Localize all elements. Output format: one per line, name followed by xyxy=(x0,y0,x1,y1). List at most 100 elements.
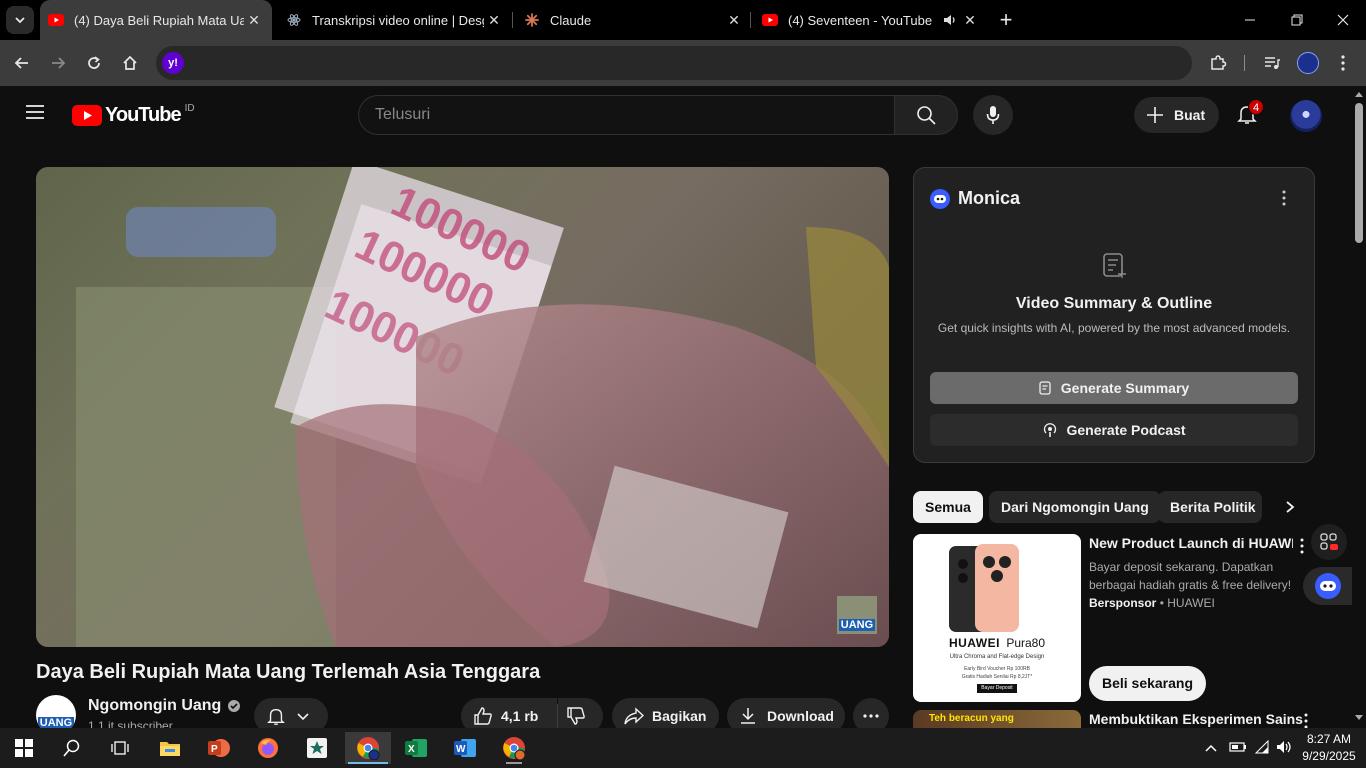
monica-float-button[interactable] xyxy=(1303,567,1353,605)
next-video-title[interactable]: Membuktikan Eksperimen Sains xyxy=(1089,711,1303,727)
youtube-logo[interactable]: YouTube ID xyxy=(72,103,195,126)
ad-menu-button[interactable] xyxy=(1296,538,1308,556)
speaker-icon[interactable] xyxy=(940,14,960,26)
verified-icon xyxy=(228,700,241,712)
voice-search-button[interactable] xyxy=(973,95,1013,135)
new-tab-button[interactable]: + xyxy=(996,6,1016,34)
home-icon xyxy=(123,55,137,70)
like-count: 4,1 rb xyxy=(501,708,539,724)
tab-search-button[interactable] xyxy=(6,6,34,34)
tab-close-button[interactable]: ✕ xyxy=(960,12,980,29)
thumbs-up-icon xyxy=(474,707,492,725)
create-label: Buat xyxy=(1174,107,1206,123)
monica-menu-button[interactable] xyxy=(1278,190,1290,208)
download-icon xyxy=(741,708,755,724)
pinned-star-app[interactable] xyxy=(297,732,337,764)
generate-summary-button[interactable]: Generate Summary xyxy=(930,372,1298,404)
clock[interactable]: 8:27 AM 9/29/2025 xyxy=(1300,731,1358,765)
window-close-button[interactable] xyxy=(1329,10,1357,30)
network-indicator[interactable] xyxy=(1254,739,1270,760)
sponsored-label: Bersponsor xyxy=(1089,596,1157,610)
reload-button[interactable] xyxy=(81,50,107,76)
powerpoint-app[interactable]: P xyxy=(199,732,239,764)
file-explorer-app[interactable] xyxy=(150,732,190,764)
close-icon xyxy=(1337,14,1349,26)
ad-thumb-line2: Gratis Hadiah Senilai Rp 8,2JT* xyxy=(961,674,1033,680)
ad-thumbnail[interactable]: HUAWEI Pura80 Ultra Chroma and Flat-edge… xyxy=(913,534,1081,702)
chevron-down-icon xyxy=(15,17,25,24)
guide-menu-button[interactable] xyxy=(24,103,48,127)
start-button[interactable] xyxy=(4,732,44,764)
forward-button[interactable] xyxy=(45,50,71,76)
channel-name[interactable]: Ngomongin Uang xyxy=(88,697,241,715)
search-input[interactable]: Telusuri xyxy=(358,95,895,135)
video-title: Daya Beli Rupiah Mata Uang Terlemah Asia… xyxy=(36,661,541,683)
chip-politics[interactable]: Berita Politik xyxy=(1158,491,1262,523)
arrow-left-icon xyxy=(14,57,28,69)
task-view-button[interactable] xyxy=(100,732,140,764)
tab-daya-beli[interactable]: (4) Daya Beli Rupiah Mata Uang ✕ xyxy=(40,0,272,40)
tab-transkripsi[interactable]: Transkripsi video online | Desgr ✕ xyxy=(286,6,504,34)
video-player[interactable]: 100000 100000 100000 UANG xyxy=(36,167,889,647)
generate-podcast-button[interactable]: Generate Podcast xyxy=(930,414,1298,446)
extensions-button[interactable] xyxy=(1205,50,1231,76)
chevron-down-icon xyxy=(297,713,309,721)
chevron-up-icon xyxy=(1205,744,1217,752)
scroll-down-arrow[interactable] xyxy=(1355,715,1363,720)
battery-indicator[interactable] xyxy=(1229,740,1247,758)
media-control-button[interactable] xyxy=(1259,50,1285,76)
chips-next-button[interactable] xyxy=(1278,495,1302,519)
bell-icon xyxy=(267,708,285,725)
tab-claude[interactable]: Claude ✕ xyxy=(524,6,744,34)
firefox-app[interactable] xyxy=(248,732,288,764)
address-bar[interactable]: y! xyxy=(156,46,1192,80)
tab-close-button[interactable]: ✕ xyxy=(244,12,264,29)
scrollbar-thumb[interactable] xyxy=(1355,103,1363,243)
chrome-profile-app[interactable] xyxy=(494,732,534,764)
taskbar-search-button[interactable] xyxy=(52,732,92,764)
chrome-icon xyxy=(503,737,526,760)
svg-text:W: W xyxy=(456,744,466,755)
yahoo-icon: y! xyxy=(162,52,184,74)
playlist-icon xyxy=(1265,57,1280,69)
create-button[interactable]: Buat xyxy=(1134,97,1219,133)
monica-panel: Monica Video Summary & Outline Get quick… xyxy=(913,167,1315,463)
summary-icon xyxy=(1039,381,1051,395)
powerpoint-icon: P xyxy=(208,739,230,757)
tab-seventeen[interactable]: (4) Seventeen - YouTube ✕ xyxy=(762,6,980,34)
browser-menu-button[interactable] xyxy=(1330,50,1356,76)
profile-avatar[interactable] xyxy=(1297,52,1319,74)
notification-badge: 4 xyxy=(1248,99,1265,115)
search-button[interactable] xyxy=(894,95,958,135)
more-vert-icon xyxy=(1300,538,1304,554)
account-avatar[interactable] xyxy=(1290,100,1322,132)
tray-overflow-button[interactable] xyxy=(1204,740,1220,756)
tab-close-button[interactable]: ✕ xyxy=(484,12,504,29)
page-scrollbar[interactable] xyxy=(1352,86,1366,728)
ad-cta-button[interactable]: Beli sekarang xyxy=(1089,666,1206,701)
scroll-up-arrow[interactable] xyxy=(1355,92,1363,97)
ad-title[interactable]: New Product Launch di HUAWEI xyxy=(1089,535,1293,551)
excel-app[interactable]: X xyxy=(396,732,436,764)
floating-apps-button[interactable] xyxy=(1311,524,1347,560)
battery-icon xyxy=(1229,742,1246,752)
tab-close-button[interactable]: ✕ xyxy=(724,12,744,29)
chrome-app-active[interactable] xyxy=(345,732,391,764)
star-app-icon xyxy=(307,738,327,758)
chip-all[interactable]: Semua xyxy=(913,491,983,523)
volume-indicator[interactable] xyxy=(1276,740,1294,759)
next-video-thumbnail[interactable]: Teh beracun yang xyxy=(913,710,1081,728)
microphone-icon xyxy=(986,106,1000,124)
word-app[interactable]: W xyxy=(445,732,485,764)
channel-watermark[interactable]: UANG xyxy=(837,596,877,634)
restore-button[interactable] xyxy=(1283,10,1311,30)
chip-from-channel[interactable]: Dari Ngomongin Uang xyxy=(989,491,1161,523)
back-button[interactable] xyxy=(9,50,35,76)
monica-logo-icon xyxy=(930,188,950,209)
notifications-button[interactable]: 4 xyxy=(1236,99,1265,127)
next-video-menu-button[interactable] xyxy=(1300,713,1312,728)
home-button[interactable] xyxy=(117,50,143,76)
minimize-button[interactable] xyxy=(1236,10,1264,30)
youtube-play-icon xyxy=(72,104,102,126)
download-label: Download xyxy=(767,708,834,724)
